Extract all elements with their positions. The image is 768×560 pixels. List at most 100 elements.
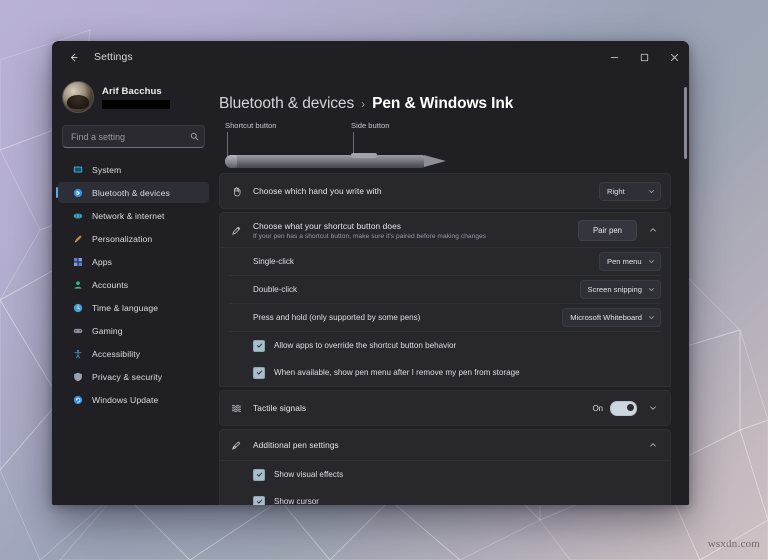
sidebar: Arif Bacchus Find a setting System Bluet… <box>52 73 215 505</box>
sidebar-item-apps[interactable]: Apps <box>58 251 209 272</box>
press-and-hold-row[interactable]: Press and hold (only supported by some p… <box>220 304 670 331</box>
additional-pen-settings-title: Additional pen settings <box>253 440 339 450</box>
show-cursor-label: Show cursor <box>274 497 319 505</box>
page-title: Pen & Windows Ink <box>372 95 514 112</box>
window-titlebar: Settings <box>52 41 689 73</box>
allow-apps-override-label: Allow apps to override the shortcut butt… <box>274 341 457 350</box>
pair-pen-label: Pair pen <box>592 225 622 235</box>
chevron-down-icon[interactable] <box>644 400 661 417</box>
window-title: Settings <box>94 51 133 63</box>
vertical-scrollbar[interactable] <box>684 87 687 499</box>
sidebar-item-system[interactable]: System <box>58 159 209 180</box>
sidebar-item-label: Accessibility <box>92 348 141 359</box>
tactile-icon <box>229 403 244 414</box>
minimize-icon[interactable] <box>599 41 629 73</box>
shortcut-button-row[interactable]: Choose what your shortcut button does If… <box>220 213 670 247</box>
press-and-hold-dropdown[interactable]: Microsoft Whiteboard <box>562 308 661 327</box>
account-tile[interactable]: Arif Bacchus <box>52 73 215 117</box>
show-visual-effects-label: Show visual effects <box>274 470 344 479</box>
sidebar-item-label: Personalization <box>92 233 153 244</box>
tactile-signals-card: Tactile signals On <box>219 390 671 426</box>
additional-pen-settings-row[interactable]: Additional pen settings <box>220 430 670 460</box>
additional-pen-options-card: Show visual effects Show cursor <box>219 461 671 505</box>
sidebar-item-accessibility[interactable]: Accessibility <box>58 343 209 364</box>
double-click-row[interactable]: Double-click Screen snipping <box>220 276 670 303</box>
show-visual-effects-row[interactable]: Show visual effects <box>220 461 670 488</box>
callout-shortcut-button-label: Shortcut button <box>225 121 277 130</box>
sidebar-item-privacy-security[interactable]: Privacy & security <box>58 366 209 387</box>
show-pen-menu-row[interactable]: When available, show pen menu after I re… <box>220 359 670 386</box>
desktop-background: wsxdn.com Settings Arif Bacchus Find a s… <box>0 0 768 560</box>
avatar <box>62 81 94 113</box>
sidebar-item-time-language[interactable]: Time & language <box>58 297 209 318</box>
single-click-label: Single-click <box>253 257 294 266</box>
back-arrow-icon[interactable] <box>60 44 86 70</box>
pen-cap-shape <box>225 155 237 168</box>
pen-icon <box>229 225 244 236</box>
hand-preference-dropdown[interactable]: Right <box>599 181 661 201</box>
sidebar-item-label: System <box>92 164 122 175</box>
show-pen-menu-checkbox[interactable] <box>253 366 265 379</box>
double-click-dropdown[interactable]: Screen snipping <box>579 280 661 299</box>
close-icon[interactable] <box>659 41 689 73</box>
sidebar-item-label: Windows Update <box>92 394 159 405</box>
allow-apps-override-row[interactable]: Allow apps to override the shortcut butt… <box>220 332 670 359</box>
hand-preference-row[interactable]: Choose which hand you write with Right <box>220 174 670 208</box>
chevron-down-icon <box>648 188 655 195</box>
show-visual-effects-checkbox[interactable] <box>253 468 265 481</box>
chevron-up-icon[interactable] <box>644 437 661 454</box>
double-click-value: Screen snipping <box>587 285 642 294</box>
single-click-dropdown[interactable]: Pen menu <box>599 252 661 271</box>
breadcrumb-separator: › <box>361 97 366 111</box>
toggle-knob <box>627 403 634 411</box>
pair-pen-button[interactable]: Pair pen <box>577 219 637 241</box>
sidebar-item-label: Network & internet <box>92 210 165 221</box>
chevron-up-icon[interactable] <box>644 222 661 239</box>
callout-side-button-label: Side button <box>351 121 390 130</box>
hand-preference-card: Choose which hand you write with Right <box>219 173 671 209</box>
search-icon <box>190 132 199 141</box>
single-click-row[interactable]: Single-click Pen menu <box>220 248 670 275</box>
site-watermark: wsxdn.com <box>707 538 760 550</box>
additional-pen-settings-card: Additional pen settings <box>219 429 671 461</box>
breadcrumb-parent[interactable]: Bluetooth & devices <box>219 95 354 113</box>
tactile-toggle-state: On <box>592 403 603 413</box>
breadcrumb: Bluetooth & devices › Pen & Windows Ink <box>219 73 671 113</box>
callout-side-line <box>353 132 354 155</box>
sidebar-item-label: Time & language <box>92 302 159 313</box>
sidebar-item-windows-update[interactable]: Windows Update <box>58 389 209 410</box>
show-cursor-row[interactable]: Show cursor <box>220 488 670 505</box>
network-icon <box>72 210 84 222</box>
sidebar-item-label: Bluetooth & devices <box>92 187 170 198</box>
pen-body-shape <box>225 155 425 168</box>
update-icon <box>72 394 84 406</box>
allow-apps-override-checkbox[interactable] <box>253 339 265 352</box>
pen-settings-icon <box>229 440 244 451</box>
tactile-signals-row[interactable]: Tactile signals On <box>220 391 670 425</box>
maximize-icon[interactable] <box>629 41 659 73</box>
window-controls <box>599 41 689 73</box>
sidebar-item-bluetooth-devices[interactable]: Bluetooth & devices <box>56 182 209 203</box>
sidebar-item-label: Accounts <box>92 279 129 290</box>
account-name: Arif Bacchus <box>102 85 162 97</box>
show-pen-menu-label: When available, show pen menu after I re… <box>274 368 520 377</box>
search-input[interactable] <box>69 130 190 143</box>
hand-preference-title: Choose which hand you write with <box>253 186 382 196</box>
shortcut-button-card: Choose what your shortcut button does If… <box>219 212 671 248</box>
shortcut-button-title: Choose what your shortcut button does <box>253 220 402 231</box>
sidebar-item-personalization[interactable]: Personalization <box>58 228 209 249</box>
sidebar-item-gaming[interactable]: Gaming <box>58 320 209 341</box>
sidebar-item-accounts[interactable]: Accounts <box>58 274 209 295</box>
show-cursor-checkbox[interactable] <box>253 495 265 505</box>
double-click-label: Double-click <box>253 285 298 294</box>
settings-window: Settings Arif Bacchus Find a setting Sys… <box>52 41 689 505</box>
shortcut-button-subtitle: If your pen has a shortcut button, make … <box>253 232 487 240</box>
scrollbar-thumb[interactable] <box>684 87 687 159</box>
gaming-icon <box>72 325 84 337</box>
sidebar-item-network-internet[interactable]: Network & internet <box>58 205 209 226</box>
search-box[interactable] <box>62 125 205 148</box>
personalization-icon <box>72 233 84 245</box>
chevron-down-icon <box>648 286 655 293</box>
single-click-value: Pen menu <box>607 257 642 266</box>
tactile-signals-toggle[interactable] <box>610 400 637 416</box>
